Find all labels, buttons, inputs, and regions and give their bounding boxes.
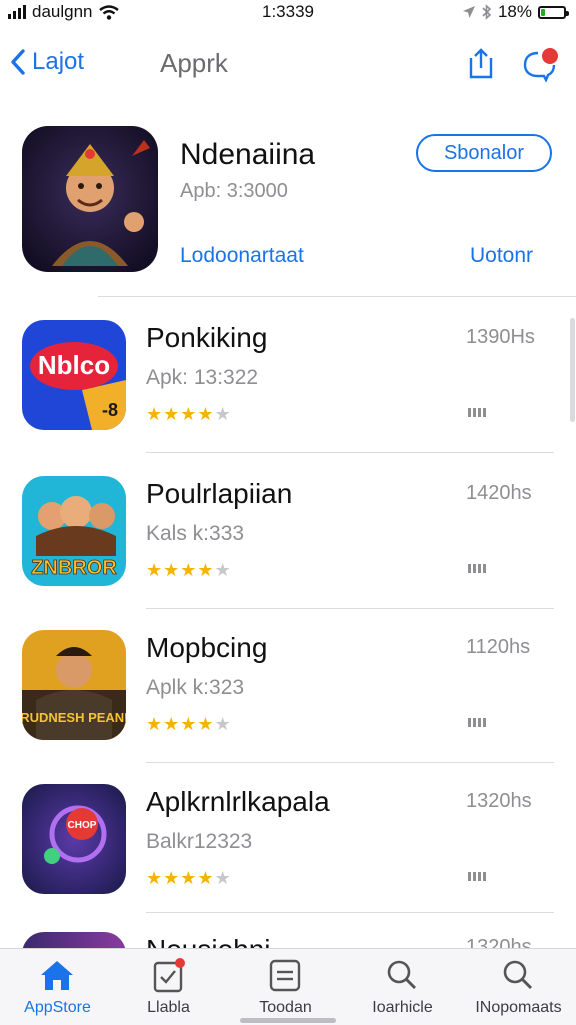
status-right: 18%: [462, 2, 569, 22]
app-row[interactable]: Nblco -8 Ponkiking Apk: 13:322 ★★★★★ 139…: [0, 320, 576, 470]
clipboard-icon: [153, 958, 185, 993]
app-size: 1390Hs: [466, 326, 535, 348]
star-icon: ★: [180, 404, 198, 424]
tab-label: INopomaats: [475, 999, 562, 1016]
app-row[interactable]: RUDNESH PEANI Mopbcing Aplk k:323 ★★★★★ …: [0, 630, 576, 780]
app-icon-text: ZNBROR: [31, 557, 117, 579]
page-title: Apprk: [160, 48, 228, 78]
divider: [98, 296, 576, 297]
home-indicator[interactable]: [240, 1018, 336, 1023]
app-name: Aplkrnlrlkapala: [146, 786, 330, 817]
status-bar: daulgnn 1:3339 18%: [0, 0, 576, 26]
tab-bar: AppStore Llabla Toodan Ioarhicle INopoma…: [0, 948, 576, 1025]
featured-app-icon[interactable]: [22, 126, 158, 272]
app-name: Ponkiking: [146, 322, 268, 353]
app-subtitle: Kals k:333: [146, 522, 245, 545]
more-icon[interactable]: [468, 564, 486, 573]
app-icon[interactable]: RUDNESH PEANI: [22, 630, 126, 740]
search-icon: [387, 960, 417, 990]
app-size: 1420hs: [466, 482, 532, 504]
star-icon: ★: [163, 868, 181, 888]
app-icon[interactable]: CHOP: [22, 784, 126, 894]
tab-label: Llabla: [147, 999, 190, 1016]
app-row[interactable]: ZNBROR Poulrlapiian Kals k:333 ★★★★★ 142…: [0, 476, 576, 626]
divider: [146, 762, 554, 763]
featured-link-left[interactable]: Lodoonartaat: [180, 244, 304, 268]
app-subtitle: Balkr12323: [146, 830, 253, 853]
star-icon: ★: [163, 714, 181, 734]
rating-stars: ★★★★★: [146, 560, 232, 581]
app-icon[interactable]: Nblco -8: [22, 320, 126, 430]
star-icon: ★: [214, 714, 232, 734]
tab-inopomaats[interactable]: INopomaats: [461, 955, 576, 1016]
rating-stars: ★★★★★: [146, 714, 232, 735]
search-icon: [503, 960, 533, 990]
chevron-left-icon: [11, 49, 25, 75]
tab-ioarhicle[interactable]: Ioarhicle: [345, 955, 460, 1016]
star-icon: ★: [146, 714, 164, 734]
app-size: 1120hs: [466, 636, 531, 658]
star-icon: ★: [197, 868, 215, 888]
battery-percent: 18%: [497, 2, 532, 21]
tab-label: Toodan: [259, 999, 312, 1016]
tab-toodan[interactable]: Toodan: [228, 955, 343, 1016]
chat-icon[interactable]: [522, 46, 562, 82]
star-icon: ★: [197, 560, 215, 580]
featured-app-subtitle: Apb: 3:3000: [180, 180, 288, 202]
app-icon-text: Nblco: [38, 350, 110, 380]
star-icon: ★: [197, 714, 215, 734]
nav-bar: Lajot Apprk: [0, 40, 576, 90]
app-size: 1320hs: [466, 790, 532, 812]
back-label: Lajot: [32, 48, 85, 75]
document-icon: [269, 959, 301, 992]
star-icon: ★: [146, 560, 164, 580]
featured-link-right[interactable]: Uotonr: [470, 244, 533, 268]
star-icon: ★: [197, 404, 215, 424]
more-icon[interactable]: [468, 408, 486, 417]
app-subtitle: Aplk k:323: [146, 676, 245, 699]
star-icon: ★: [180, 714, 198, 734]
rating-stars: ★★★★★: [146, 868, 232, 889]
app-name: Poulrlapiian: [146, 478, 293, 509]
divider: [146, 608, 554, 609]
star-icon: ★: [214, 404, 232, 424]
app-icon-text: RUDNESH PEANI: [22, 710, 126, 725]
star-icon: ★: [214, 868, 232, 888]
app-icon-text: CHOP: [68, 820, 97, 831]
battery-icon: [538, 5, 569, 19]
back-button[interactable]: Lajot: [10, 48, 84, 76]
featured-app-name: Ndenaiina: [180, 138, 316, 171]
divider: [146, 912, 554, 913]
star-icon: ★: [214, 560, 232, 580]
star-icon: ★: [163, 560, 181, 580]
location-icon: [462, 6, 475, 18]
app-icon[interactable]: ZNBROR: [22, 476, 126, 586]
rating-stars: ★★★★★: [146, 404, 232, 425]
tab-appstore[interactable]: AppStore: [0, 955, 115, 1016]
divider: [146, 452, 554, 453]
tab-label: Ioarhicle: [372, 999, 433, 1016]
bluetooth-icon: [482, 4, 492, 20]
more-icon[interactable]: [468, 718, 486, 727]
home-icon: [41, 961, 73, 990]
share-icon[interactable]: [466, 46, 496, 80]
featured-get-button[interactable]: Sbonalor: [416, 134, 552, 172]
app-icon-badge: -8: [102, 400, 118, 420]
battery-fill: [541, 8, 545, 16]
tab-llabla[interactable]: Llabla: [111, 955, 226, 1016]
star-icon: ★: [180, 868, 198, 888]
star-icon: ★: [146, 404, 164, 424]
app-subtitle: Apk: 13:322: [146, 366, 259, 389]
featured-app[interactable]: Ndenaiina Apb: 3:3000 Sbonalor Lodoonart…: [0, 120, 576, 296]
more-icon[interactable]: [468, 872, 486, 881]
star-icon: ★: [146, 868, 164, 888]
scrollbar[interactable]: [570, 318, 575, 422]
app-name: Mopbcing: [146, 632, 268, 663]
notification-dot: [542, 48, 558, 64]
star-icon: ★: [180, 560, 198, 580]
tab-label: AppStore: [24, 999, 91, 1016]
star-icon: ★: [163, 404, 181, 424]
